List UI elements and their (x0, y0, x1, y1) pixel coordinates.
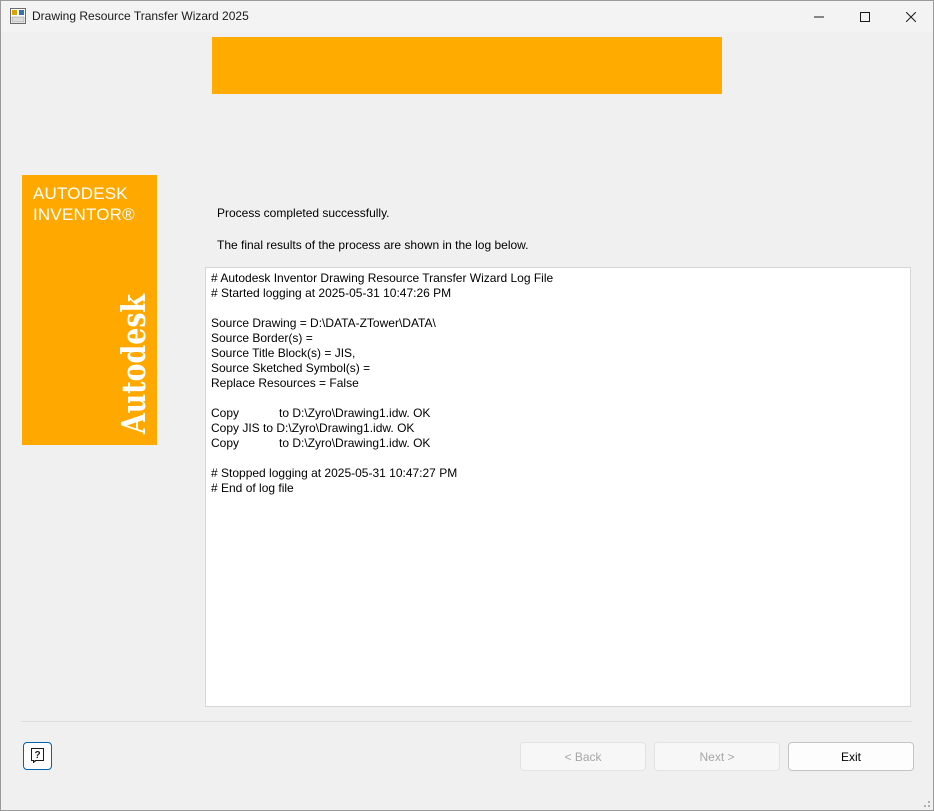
exit-button[interactable]: Exit (788, 742, 914, 771)
autodesk-logo: Autodesk (114, 293, 154, 435)
brand-autodesk-text: AUTODESK (33, 184, 128, 203)
autodesk-logo-text: Autodesk (114, 293, 153, 435)
log-line: Source Border(s) = (211, 331, 313, 345)
next-button[interactable]: Next > (654, 742, 780, 771)
help-icon: ? (30, 747, 46, 766)
maximize-button[interactable] (842, 1, 888, 32)
log-line: # End of log file (211, 481, 294, 495)
brand-panel: AUTODESK INVENTOR® Autodesk (22, 175, 157, 445)
log-line: Copy to D:\Zyro\Drawing1.idw. OK (211, 406, 431, 420)
close-icon (906, 11, 916, 22)
svg-text:?: ? (34, 750, 40, 761)
log-line: Source Drawing = D:\DATA-ZTower\DATA\ (211, 316, 436, 330)
title-bar[interactable]: Drawing Resource Transfer Wizard 2025 (1, 1, 933, 32)
close-button[interactable] (888, 1, 934, 32)
window-title: Drawing Resource Transfer Wizard 2025 (32, 9, 249, 23)
maximize-icon (860, 11, 870, 22)
log-line: # Autodesk Inventor Drawing Resource Tra… (211, 271, 554, 285)
log-line: Copy JIS to D:\Zyro\Drawing1.idw. OK (211, 421, 415, 435)
header-banner (212, 37, 722, 94)
wizard-window: Drawing Resource Transfer Wizard 2025 AU… (0, 0, 934, 811)
help-button[interactable]: ? (23, 742, 52, 770)
back-button[interactable]: < Back (520, 742, 646, 771)
wizard-app-icon (10, 8, 26, 24)
brand-inventor-text: INVENTOR® (33, 205, 135, 224)
log-line: Copy to D:\Zyro\Drawing1.idw. OK (211, 436, 431, 450)
info-message: The final results of the process are sho… (217, 238, 529, 252)
resize-grip[interactable] (919, 796, 931, 808)
log-line: Source Sketched Symbol(s) = (211, 361, 371, 375)
log-line: Replace Resources = False (211, 376, 359, 390)
log-line: Source Title Block(s) = JIS, (211, 346, 356, 360)
minimize-icon (814, 12, 824, 22)
footer-divider (21, 721, 912, 722)
minimize-button[interactable] (796, 1, 842, 32)
log-line: # Started logging at 2025-05-31 10:47:26… (211, 286, 452, 300)
status-message: Process completed successfully. (217, 206, 390, 220)
log-line: # Stopped logging at 2025-05-31 10:47:27… (211, 466, 458, 480)
log-textbox[interactable]: # Autodesk Inventor Drawing Resource Tra… (205, 267, 911, 707)
